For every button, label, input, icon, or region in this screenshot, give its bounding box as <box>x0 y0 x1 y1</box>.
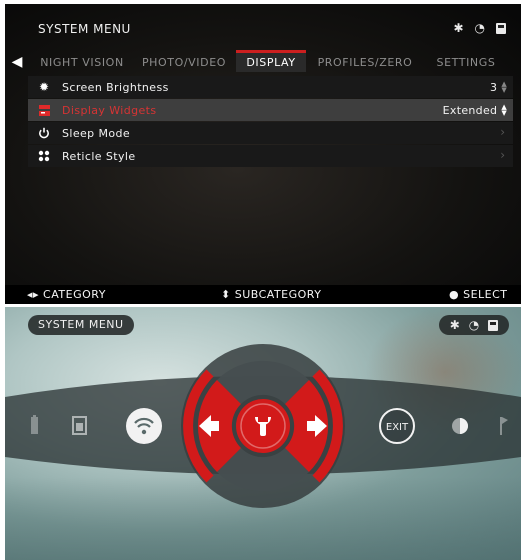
hint-select: ● SELECT <box>449 288 508 301</box>
hint-subcategory: ⬍ SUBCATEGORY <box>221 288 321 301</box>
left-right-arrows-icon: ◂▸ <box>27 288 40 301</box>
reticle-icon <box>35 150 53 162</box>
dial-left-button[interactable] <box>197 380 241 472</box>
category-tabs: ◀ NIGHT VISION PHOTO/VIDEO DISPLAY PROFI… <box>5 50 521 72</box>
hint-label: SELECT <box>463 288 508 301</box>
dial-up-segment[interactable] <box>217 360 309 404</box>
select-dot-icon: ● <box>449 288 460 301</box>
menu-item-label: Sleep Mode <box>62 126 131 140</box>
brightness-value[interactable]: 3 ▲ ▼ <box>490 76 507 98</box>
chevron-right-icon: › <box>500 125 505 139</box>
value-text: Extended <box>442 103 498 117</box>
sd-card-icon <box>488 319 499 331</box>
menu-item-screen-brightness[interactable]: ✹ Screen Brightness 3 ▲ ▼ <box>28 76 513 98</box>
wifi-icon[interactable] <box>126 408 162 444</box>
wifi-icon: ◔ <box>474 21 485 35</box>
status-icons: ✱ ◔ <box>439 315 509 335</box>
controls-hint-bar: ◂▸ CATEGORY ⬍ SUBCATEGORY ● SELECT <box>5 285 521 304</box>
tab-display[interactable]: DISPLAY <box>236 50 306 72</box>
system-menu-panel: SYSTEM MENU ✱ ◔ ◀ NIGHT VISION PHOTO/VID… <box>5 4 521 304</box>
dial-left-arc <box>183 369 214 483</box>
brightness-icon: ✹ <box>38 80 50 94</box>
dial-right-arc <box>312 369 343 483</box>
menu-item-display-widgets[interactable]: Display Widgets Extended ▲ ▼ <box>28 99 513 121</box>
arrow-right-icon <box>307 415 327 437</box>
menu-item-label: Screen Brightness <box>62 80 169 94</box>
tab-profiles-zero[interactable]: PROFILES/ZERO <box>310 53 420 72</box>
hint-label: CATEGORY <box>43 288 106 301</box>
status-icons: ✱ ◔ <box>453 21 506 35</box>
sd-card-icon <box>496 22 506 34</box>
hint-label: SUBCATEGORY <box>234 288 322 301</box>
back-arrow-icon[interactable]: ◀ <box>8 53 26 72</box>
power-icon <box>35 127 53 139</box>
tab-settings[interactable]: SETTINGS <box>427 53 505 72</box>
tab-photo-video[interactable]: PHOTO/VIDEO <box>136 53 232 72</box>
dial-center-button[interactable] <box>236 399 290 453</box>
arrow-left-icon <box>199 415 219 437</box>
widgets-icon <box>35 104 53 116</box>
stepper-arrows-icon: ▲ ▼ <box>501 80 507 94</box>
background-blur <box>5 477 521 560</box>
tab-night-vision[interactable]: NIGHT VISION <box>32 53 132 72</box>
wifi-icon: ◔ <box>468 318 480 332</box>
battery-icon[interactable] <box>31 415 38 434</box>
dial-center-ring <box>240 403 286 449</box>
quick-menu-panel: EXIT SYSTEM MENU ✱ ◔ <box>5 307 521 560</box>
gallery-icon[interactable] <box>72 416 87 435</box>
bluetooth-icon: ✱ <box>449 318 460 332</box>
menu-item-reticle-style[interactable]: Reticle Style › <box>28 145 513 167</box>
value-text: 3 <box>490 80 498 94</box>
panel-title: SYSTEM MENU <box>28 315 134 335</box>
chevron-right-icon: › <box>500 148 505 162</box>
stepper-arrows-icon: ▲ ▼ <box>501 103 507 117</box>
menu-item-label: Display Widgets <box>62 103 157 117</box>
hint-category: ◂▸ CATEGORY <box>27 288 106 301</box>
dial-right-button[interactable] <box>285 380 329 472</box>
panel-title: SYSTEM MENU <box>38 22 131 36</box>
menu-item-label: Reticle Style <box>62 149 136 163</box>
wrench-icon <box>255 417 271 436</box>
display-widgets-value[interactable]: Extended ▲ ▼ <box>443 99 507 121</box>
up-down-arrows-icon: ⬍ <box>221 288 231 301</box>
bluetooth-icon: ✱ <box>453 21 464 35</box>
menu-item-sleep-mode[interactable]: Sleep Mode › <box>28 122 513 144</box>
display-menu-list: ✹ Screen Brightness 3 ▲ ▼ Display Widgets… <box>28 76 513 168</box>
